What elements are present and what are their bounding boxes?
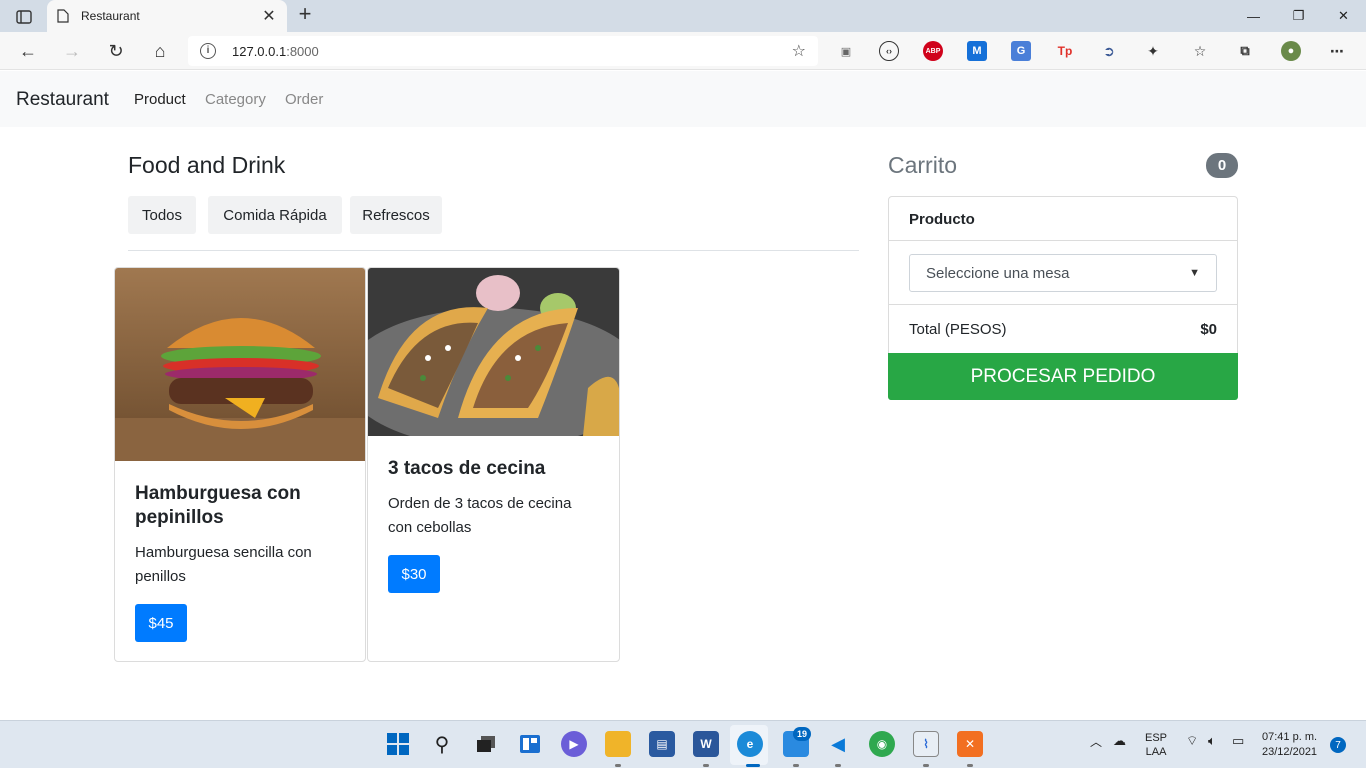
tp-ext-icon[interactable]: Tp: [1055, 41, 1075, 61]
close-window-icon[interactable]: ✕: [1321, 0, 1366, 32]
url-host: 127.0.0.1: [232, 43, 287, 59]
nav-link-category[interactable]: Category: [205, 91, 266, 108]
product-description: Orden de 3 tacos de cecina con cebollas: [388, 495, 572, 536]
product-card: Hamburguesa con pepinillos Hamburguesa s…: [114, 267, 366, 662]
vscode-icon[interactable]: ◀: [825, 731, 851, 757]
product-description: Hamburguesa sencilla con penillos: [135, 544, 312, 585]
running-indicator: [793, 764, 799, 767]
devtools-ext-icon[interactable]: ‹›: [879, 41, 899, 61]
monitor-app-icon[interactable]: ⌇: [913, 731, 939, 757]
page-icon: [57, 9, 69, 23]
site-info-icon[interactable]: i: [200, 43, 216, 59]
volume-icon[interactable]: 🔈︎: [1208, 733, 1216, 749]
forward-icon[interactable]: →: [60, 40, 84, 62]
cart-header: Producto: [889, 197, 1237, 241]
adblock-ext-icon[interactable]: ABP: [923, 41, 943, 61]
filter-comida-rapida-button[interactable]: Comida Rápida: [208, 196, 342, 234]
clock-date: 23/12/2021: [1262, 746, 1318, 758]
collections-icon[interactable]: ⧉: [1235, 41, 1255, 61]
chevron-up-icon[interactable]: ︿: [1090, 733, 1102, 750]
url-port: :8000: [286, 43, 319, 59]
nav-link-order[interactable]: Order: [285, 91, 323, 108]
green-app-icon[interactable]: ◉: [869, 731, 895, 757]
keyboard-layout: LAA: [1145, 746, 1167, 758]
running-indicator: [615, 764, 621, 767]
product-name: 3 tacos de cecina: [388, 458, 546, 479]
tab-actions-icon[interactable]: [10, 6, 38, 28]
onedrive-icon[interactable]: ☁: [1113, 733, 1126, 749]
share-ext-icon[interactable]: ➲: [1099, 41, 1119, 61]
back-icon[interactable]: ←: [16, 40, 40, 62]
filter-refrescos-button[interactable]: Refrescos: [350, 196, 442, 234]
clock[interactable]: 07:41 p. m. 23/12/2021: [1262, 730, 1317, 760]
home-icon[interactable]: ⌂: [148, 40, 172, 62]
browser-toolbar: ← → ↻ ⌂ i 127.0.0.1:8000 ☆ ▣ ‹› ABP M G …: [0, 32, 1366, 70]
close-tab-icon[interactable]: ✕: [261, 6, 277, 26]
extensions-icon[interactable]: ✦: [1143, 41, 1163, 61]
more-menu-icon[interactable]: ⋯: [1327, 41, 1347, 61]
price-button[interactable]: $30: [388, 555, 440, 593]
cart-title: Carrito: [888, 152, 958, 178]
store-icon[interactable]: ▤: [649, 731, 675, 757]
language-indicator[interactable]: ESP LAA: [1145, 731, 1167, 759]
total-label: Total (PESOS): [909, 321, 1007, 338]
add-favorite-icon[interactable]: ☆: [792, 41, 806, 61]
app-navbar: Restaurant Product Category Order: [0, 71, 1366, 127]
cart-count-badge: 0: [1206, 153, 1238, 178]
table-select-value: Seleccione una mesa: [926, 264, 1070, 282]
tacos-photo[interactable]: [368, 268, 619, 436]
restore-icon[interactable]: ❐: [1276, 0, 1321, 32]
widgets-icon[interactable]: [517, 731, 543, 757]
running-indicator: [967, 764, 973, 767]
menu-title: Food and Drink: [128, 152, 286, 178]
search-icon[interactable]: ⚲: [429, 731, 455, 757]
collections-ext-icon[interactable]: ▣: [836, 41, 856, 61]
cart-total-row: Total (PESOS) $0: [889, 304, 1237, 354]
wifi-icon[interactable]: ⌔: [1186, 733, 1198, 749]
file-explorer-icon[interactable]: [605, 731, 631, 757]
task-view-icon[interactable]: [473, 731, 499, 757]
address-bar[interactable]: i 127.0.0.1:8000 ☆: [188, 36, 818, 66]
store-badge: 19: [793, 727, 811, 741]
nav-link-product[interactable]: Product: [134, 91, 186, 108]
total-amount: $0: [1200, 321, 1217, 338]
new-tab-button[interactable]: +: [294, 3, 316, 26]
product-card: 3 tacos de cecina Orden de 3 tacos de ce…: [367, 267, 620, 662]
chevron-down-icon: ▼: [1189, 267, 1200, 279]
browser-tab[interactable]: Restaurant ✕: [47, 0, 287, 32]
translate-ext-icon[interactable]: G: [1011, 41, 1031, 61]
cart-panel: Producto Seleccione una mesa ▼ Total (PE…: [888, 196, 1238, 354]
burger-photo[interactable]: [115, 268, 365, 461]
clock-time: 07:41 p. m.: [1262, 731, 1318, 743]
word-icon[interactable]: W: [693, 731, 719, 757]
running-indicator: [835, 764, 841, 767]
tab-title: Restaurant: [81, 9, 140, 23]
profile-avatar[interactable]: ●: [1281, 41, 1301, 61]
reload-icon[interactable]: ↻: [104, 40, 128, 62]
product-name: Hamburguesa con pepinillos: [135, 483, 301, 528]
section-divider: [128, 250, 859, 251]
minimize-icon[interactable]: —: [1231, 0, 1276, 32]
notification-badge[interactable]: 7: [1330, 737, 1346, 753]
process-order-button[interactable]: PROCESAR PEDIDO: [888, 353, 1238, 400]
m-ext-icon[interactable]: M: [967, 41, 987, 61]
language-code: ESP: [1145, 732, 1168, 744]
window-controls: — ❐ ✕: [1231, 0, 1366, 32]
favorites-icon[interactable]: ☆: [1190, 41, 1210, 61]
running-indicator: [703, 764, 709, 767]
filter-todos-button[interactable]: Todos: [128, 196, 196, 234]
url-text[interactable]: 127.0.0.1:8000: [232, 44, 792, 59]
table-select[interactable]: Seleccione una mesa ▼: [909, 254, 1217, 292]
start-icon[interactable]: [385, 731, 411, 757]
browser-tab-bar: Restaurant ✕ + — ❐ ✕: [0, 0, 1366, 32]
battery-icon[interactable]: ▭: [1232, 733, 1244, 749]
chat-icon[interactable]: ▶: [561, 731, 587, 757]
windows-taskbar: ⚲ ▶ ▤ W e 19 ◀ ◉ ⌇ ✕ ︿ ☁ ESP LAA ⌔ 🔈︎ ▭ …: [0, 720, 1366, 768]
xampp-icon[interactable]: ✕: [957, 731, 983, 757]
running-indicator: [923, 764, 929, 767]
edge-icon[interactable]: e: [737, 731, 763, 757]
active-indicator: [746, 764, 760, 767]
price-button[interactable]: $45: [135, 604, 187, 642]
brand-link[interactable]: Restaurant: [16, 89, 109, 111]
